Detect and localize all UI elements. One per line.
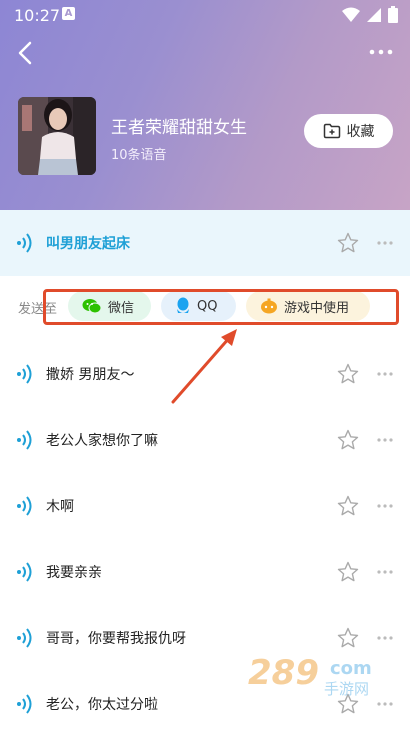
- wifi-icon: [342, 7, 360, 22]
- add-favorite-icon: [323, 123, 340, 139]
- star-icon[interactable]: [337, 429, 359, 451]
- album-cover-image: [18, 97, 96, 175]
- favorite-button[interactable]: 收藏: [304, 114, 393, 148]
- more-icon[interactable]: [376, 371, 394, 377]
- audio-wave-icon: [17, 694, 32, 714]
- audio-wave-icon: [17, 364, 32, 384]
- status-bar: 10:27 A: [0, 0, 410, 30]
- watermark-logo: 289 com 手游网: [248, 653, 372, 698]
- voice-name: 叫男朋友起床: [46, 236, 130, 252]
- watermark-suffix: com: [330, 658, 372, 679]
- annotation-highlight-box: [43, 289, 399, 325]
- battery-icon: [388, 6, 398, 23]
- notification-icon: A: [62, 7, 75, 20]
- audio-wave-icon: [17, 628, 32, 648]
- voice-name: 哥哥，你要帮我报仇呀: [46, 631, 186, 647]
- voice-item[interactable]: 老公人家想你了嘛: [0, 407, 410, 473]
- voice-item[interactable]: 木啊: [0, 473, 410, 539]
- more-icon[interactable]: [376, 635, 394, 641]
- more-options-icon[interactable]: [368, 42, 394, 62]
- audio-wave-icon: [17, 496, 32, 516]
- star-icon[interactable]: [337, 561, 359, 583]
- voice-name: 木啊: [46, 499, 74, 515]
- star-icon[interactable]: [337, 363, 359, 385]
- favorite-label: 收藏: [346, 124, 375, 140]
- more-icon[interactable]: [376, 503, 394, 509]
- audio-wave-icon: [17, 430, 32, 450]
- status-time: 10:27: [14, 6, 61, 25]
- more-icon[interactable]: [376, 437, 394, 443]
- voice-item[interactable]: 叫男朋友起床: [0, 210, 410, 276]
- album-title: 王者荣耀甜甜女生: [111, 118, 247, 138]
- audio-wave-icon: [17, 562, 32, 582]
- album-header: 10:27 A 王者荣耀甜甜女生 10条语音 收藏: [0, 0, 410, 210]
- more-icon[interactable]: [376, 569, 394, 575]
- voice-name: 老公人家想你了嘛: [46, 433, 158, 449]
- signal-icon: [367, 7, 381, 22]
- more-icon[interactable]: [376, 701, 394, 707]
- voice-count: 10条语音: [111, 148, 167, 163]
- voice-item[interactable]: 我要亲亲: [0, 539, 410, 605]
- voice-item[interactable]: 撒娇 男朋友～: [0, 341, 410, 407]
- watermark-sub: 手游网: [324, 680, 369, 698]
- voice-name: 老公，你太过分啦: [46, 697, 158, 713]
- star-icon[interactable]: [337, 232, 359, 254]
- star-icon[interactable]: [337, 495, 359, 517]
- back-arrow-icon[interactable]: [14, 38, 38, 68]
- star-icon[interactable]: [337, 627, 359, 649]
- more-icon[interactable]: [376, 240, 394, 246]
- voice-name: 撒娇 男朋友～: [46, 367, 135, 383]
- voice-name: 我要亲亲: [46, 565, 102, 581]
- audio-wave-icon: [17, 233, 32, 253]
- watermark-digits: 289: [248, 653, 319, 693]
